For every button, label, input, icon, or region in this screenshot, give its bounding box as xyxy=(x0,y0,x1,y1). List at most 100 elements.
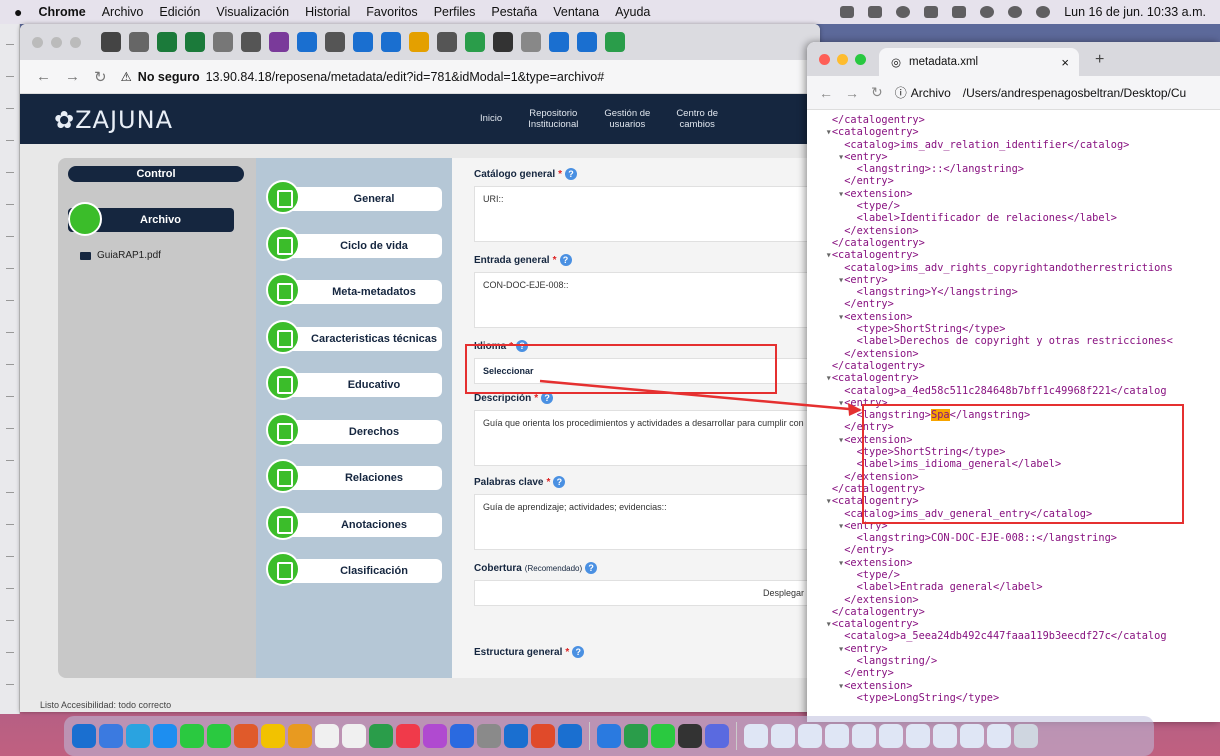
dock-app-icon[interactable] xyxy=(744,724,768,748)
section-7[interactable]: Anotaciones xyxy=(266,505,442,540)
help-icon[interactable]: ? xyxy=(553,476,566,488)
menu-favoritos[interactable]: Favoritos xyxy=(366,5,417,19)
dock-app-icon[interactable] xyxy=(72,724,96,748)
pinned-tab-icon[interactable] xyxy=(577,32,597,52)
help-icon[interactable]: ? xyxy=(559,254,572,266)
cloud-icon[interactable] xyxy=(868,6,883,18)
section-1[interactable]: Ciclo de vida xyxy=(266,226,442,261)
dock-app-icon[interactable] xyxy=(99,724,123,748)
pinned-tab-icon[interactable] xyxy=(353,32,373,52)
dock-app-icon[interactable] xyxy=(369,724,393,748)
menu-visualización[interactable]: Visualización xyxy=(216,5,289,19)
dock-app-icon[interactable] xyxy=(477,724,501,748)
wifi-icon[interactable] xyxy=(980,6,995,18)
close-tab-icon[interactable]: × xyxy=(1061,55,1069,70)
dock-app-icon[interactable] xyxy=(558,724,582,748)
pinned-tab-icon[interactable] xyxy=(409,32,429,52)
pinned-tab-icon[interactable] xyxy=(269,32,289,52)
section-4[interactable]: Educativo xyxy=(266,366,442,400)
window-zoom-button[interactable] xyxy=(855,54,866,65)
help-icon[interactable]: ? xyxy=(565,168,578,180)
field-value[interactable]: Guía de aprendizaje; actividades; eviden… xyxy=(474,494,820,550)
file-origin-chip[interactable]: ⓘ Archivo xyxy=(895,84,951,101)
menu-ventana[interactable]: Ventana xyxy=(553,5,599,19)
file-path[interactable]: /Users/andrespenagosbeltran/Desktop/Cu xyxy=(963,86,1186,100)
dock-app-icon[interactable] xyxy=(504,724,528,748)
menu-pestaña[interactable]: Pestaña xyxy=(491,5,537,19)
menu-edición[interactable]: Edición xyxy=(159,5,200,19)
window-zoom-button[interactable] xyxy=(70,36,81,48)
nav-item[interactable]: Repositorio Institucional xyxy=(528,108,578,130)
pinned-tab-icon[interactable] xyxy=(381,32,401,52)
pinned-tab-icon[interactable] xyxy=(241,32,261,52)
section-2[interactable]: Meta-metadatos xyxy=(266,273,442,307)
dock-app-icon[interactable] xyxy=(315,724,339,748)
nav-item[interactable]: Gestión de usuarios xyxy=(604,108,650,130)
dock-app-icon[interactable] xyxy=(879,724,903,748)
reload-icon[interactable]: ↻ xyxy=(871,84,883,101)
dock-app-icon[interactable] xyxy=(705,724,729,748)
site-logo[interactable]: ✿ZAJUNA xyxy=(54,106,173,134)
menu-perfiles[interactable]: Perfiles xyxy=(434,5,476,19)
field-value[interactable]: Desplegar ↓ xyxy=(474,580,820,606)
nav-item[interactable]: Centro de cambios xyxy=(676,108,718,130)
bluetooth-icon[interactable] xyxy=(924,6,939,18)
menu-historial[interactable]: Historial xyxy=(305,5,350,19)
apple-icon[interactable]: ● xyxy=(14,4,22,20)
menu-ayuda[interactable]: Ayuda xyxy=(615,5,650,19)
dock-app-icon[interactable] xyxy=(288,724,312,748)
dock-app-icon[interactable] xyxy=(450,724,474,748)
window-close-button[interactable] xyxy=(32,36,43,48)
dock-app-icon[interactable] xyxy=(651,724,675,748)
file-list-item[interactable]: GuiaRAP1.pdf xyxy=(80,250,161,261)
dock-app-icon[interactable] xyxy=(825,724,849,748)
forward-arrow-icon[interactable]: → xyxy=(845,85,859,101)
pinned-tab-icon[interactable] xyxy=(129,32,149,52)
pinned-tab-icon[interactable] xyxy=(157,32,177,52)
section-6[interactable]: Relaciones xyxy=(266,459,442,493)
dock-app-icon[interactable] xyxy=(531,724,555,748)
dock-app-icon[interactable] xyxy=(906,724,930,748)
menu-chrome[interactable]: Chrome xyxy=(38,5,85,19)
dock-app-icon[interactable] xyxy=(933,724,957,748)
pinned-tab-icon[interactable] xyxy=(465,32,485,52)
field-value[interactable]: Guía que orienta los procedimientos y ac… xyxy=(474,410,820,466)
pinned-tab-icon[interactable] xyxy=(549,32,569,52)
dock-app-icon[interactable] xyxy=(771,724,795,748)
window-minimize-button[interactable] xyxy=(837,54,848,65)
search-icon[interactable] xyxy=(1008,6,1023,18)
dock-app-icon[interactable] xyxy=(987,724,1011,748)
dock-app-icon[interactable] xyxy=(852,724,876,748)
pinned-tab-icon[interactable] xyxy=(101,32,121,52)
dock-app-icon[interactable] xyxy=(342,724,366,748)
dock-app-icon[interactable] xyxy=(423,724,447,748)
xml-tab[interactable]: ◎ metadata.xml × xyxy=(879,48,1079,76)
pinned-tab-icon[interactable] xyxy=(521,32,541,52)
reload-icon[interactable]: ↻ xyxy=(94,68,107,86)
help-icon[interactable]: ? xyxy=(572,646,585,658)
window-minimize-button[interactable] xyxy=(51,36,62,48)
field-value[interactable]: URI:: xyxy=(474,186,820,242)
nav-home[interactable]: Inicio xyxy=(480,108,502,130)
menubar-clock[interactable]: Lun 16 de jun. 10:33 a.m. xyxy=(1064,5,1206,19)
new-tab-icon[interactable]: + xyxy=(1095,51,1104,69)
volume-icon[interactable] xyxy=(896,6,911,18)
section-8[interactable]: Clasificación xyxy=(266,552,442,586)
section-3[interactable]: Caracteristicas técnicas xyxy=(266,319,442,354)
dock-app-icon[interactable] xyxy=(678,724,702,748)
dock-app-icon[interactable] xyxy=(798,724,822,748)
help-icon[interactable]: ? xyxy=(585,562,598,574)
pinned-tab-icon[interactable] xyxy=(325,32,345,52)
battery-icon[interactable] xyxy=(952,6,967,18)
address-bar[interactable]: ⚠ No seguro 13.90.84.18/reposena/metadat… xyxy=(121,69,605,85)
extension-icon[interactable] xyxy=(840,6,855,18)
window-close-button[interactable] xyxy=(819,54,830,65)
dock-app-icon[interactable] xyxy=(180,724,204,748)
siri-icon[interactable] xyxy=(1036,6,1051,18)
dock-app-icon[interactable] xyxy=(153,724,177,748)
pinned-tab-icon[interactable] xyxy=(185,32,205,52)
menu-archivo[interactable]: Archivo xyxy=(102,5,144,19)
field-value[interactable]: CON-DOC-EJE-008:: xyxy=(474,272,820,328)
dock-app-icon[interactable] xyxy=(234,724,258,748)
section-0[interactable]: General xyxy=(266,180,442,214)
